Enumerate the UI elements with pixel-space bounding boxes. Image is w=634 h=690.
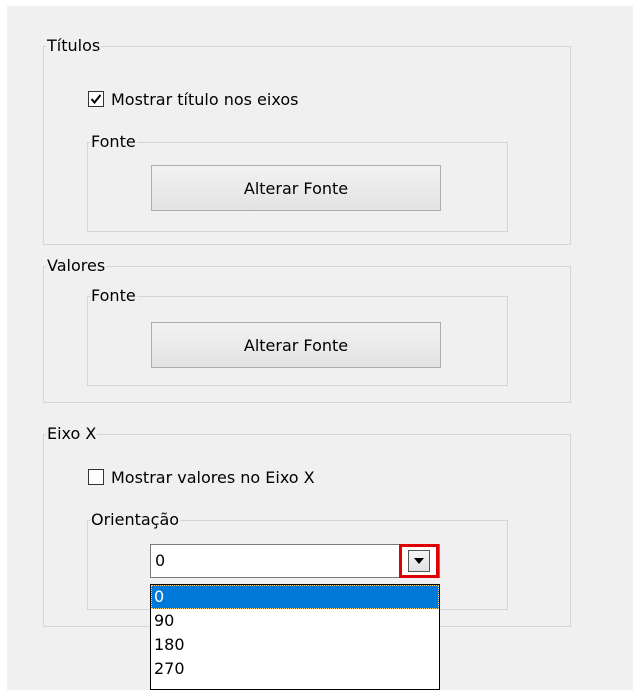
titulos-font-group-legend: Fonte xyxy=(90,132,137,152)
orientation-option[interactable]: 180 xyxy=(151,633,439,657)
orientation-dropdown-list: 0 90 180 270 xyxy=(150,584,440,690)
checkmark-icon xyxy=(90,94,102,105)
orientation-dropdown-button[interactable] xyxy=(399,544,439,578)
titulos-group-legend: Títulos xyxy=(46,36,102,56)
show-axis-titles-checkbox[interactable] xyxy=(88,91,104,107)
show-axis-titles-label: Mostrar título nos eixos xyxy=(111,89,299,109)
valores-group-legend: Valores xyxy=(46,256,107,276)
orientation-dropdown-button-face[interactable] xyxy=(408,550,430,572)
show-x-values-checkbox-row[interactable]: Mostrar valores no Eixo X xyxy=(88,466,315,488)
settings-window: Títulos Mostrar título nos eixos Fonte A… xyxy=(0,0,634,690)
chevron-down-icon xyxy=(414,558,424,564)
orientation-option[interactable]: 0 xyxy=(151,585,439,609)
valores-change-font-button[interactable]: Alterar Fonte xyxy=(151,322,441,368)
orientation-combobox[interactable]: 0 xyxy=(150,544,440,578)
orientation-group-legend: Orientação xyxy=(90,510,181,530)
titulos-change-font-button[interactable]: Alterar Fonte xyxy=(151,165,441,211)
show-x-values-checkbox[interactable] xyxy=(88,469,104,485)
show-axis-titles-checkbox-row[interactable]: Mostrar título nos eixos xyxy=(88,88,298,110)
orientation-option[interactable]: 90 xyxy=(151,609,439,633)
show-x-values-label: Mostrar valores no Eixo X xyxy=(111,467,315,487)
eixo-x-group-legend: Eixo X xyxy=(46,424,98,444)
orientation-option[interactable]: 270 xyxy=(151,657,439,681)
valores-font-group-legend: Fonte xyxy=(90,286,137,306)
orientation-combo-value: 0 xyxy=(155,551,166,570)
